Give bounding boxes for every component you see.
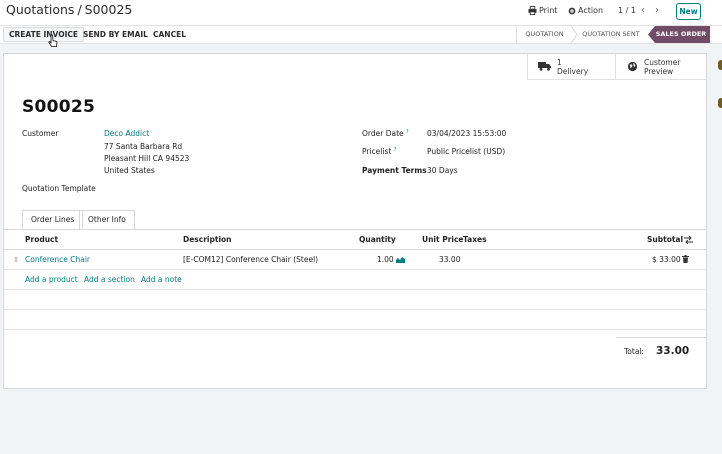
add-line-row: Add a product Add a section Add a note bbox=[4, 270, 706, 290]
column-unit-price[interactable]: Unit Price bbox=[422, 235, 464, 244]
pricelist-label-text: Pricelist bbox=[362, 147, 392, 156]
drag-handle-icon[interactable]: ⇳ bbox=[13, 255, 19, 264]
order-date-field[interactable]: 03/04/2023 15:53:00 bbox=[427, 129, 506, 138]
trash-icon[interactable] bbox=[682, 255, 689, 263]
add-note-link[interactable]: Add a note bbox=[141, 275, 182, 284]
breadcrumb-current: S00025 bbox=[84, 2, 133, 17]
status-sales-order[interactable]: SALES ORDER bbox=[648, 26, 710, 43]
customer-preview-smart-button[interactable]: Customer Preview bbox=[615, 54, 706, 80]
form-sheet: 1 Delivery Customer Preview S00025 Custo… bbox=[3, 53, 707, 389]
breadcrumb-quotations[interactable]: Quotations bbox=[6, 2, 74, 17]
pricelist-field[interactable]: Public Pricelist (USD) bbox=[427, 147, 505, 156]
payment-terms-field[interactable]: 30 Days bbox=[427, 166, 458, 175]
chevron-right-icon: › bbox=[655, 5, 659, 16]
print-icon bbox=[528, 6, 537, 15]
empty-row bbox=[4, 310, 706, 330]
globe-icon bbox=[627, 61, 638, 72]
record-name: S00025 bbox=[22, 97, 96, 117]
line-description[interactable]: [E-COM12] Conference Chair (Steel) bbox=[183, 255, 318, 264]
empty-row bbox=[4, 290, 706, 310]
column-taxes[interactable]: Taxes bbox=[463, 235, 487, 244]
delivery-count: 1 bbox=[557, 58, 562, 67]
scroll-marker bbox=[718, 60, 722, 70]
pager-value[interactable]: 1 / 1 bbox=[618, 6, 636, 15]
action-button[interactable]: Action bbox=[568, 6, 603, 15]
total-label: Total: bbox=[624, 347, 645, 356]
column-quantity[interactable]: Quantity bbox=[359, 235, 396, 244]
customer-preview-label-1: Customer bbox=[644, 58, 681, 67]
customer-preview-label-2: Preview bbox=[644, 67, 674, 76]
gear-icon bbox=[568, 7, 576, 15]
print-label: Print bbox=[539, 6, 558, 15]
pager-previous-button[interactable]: ‹ bbox=[641, 5, 645, 16]
cancel-button[interactable]: CANCEL bbox=[148, 26, 191, 43]
column-subtotal[interactable]: Subtotal bbox=[647, 235, 683, 244]
help-icon: ? bbox=[406, 129, 409, 135]
order-lines-header: Product Description Quantity Unit Price … bbox=[4, 230, 706, 250]
column-product[interactable]: Product bbox=[25, 235, 58, 244]
status-quotation-sent[interactable]: QUOTATION SENT bbox=[574, 26, 648, 43]
breadcrumb-separator: / bbox=[77, 2, 82, 17]
address-line-3: United States bbox=[104, 166, 155, 175]
create-invoice-button[interactable]: CREATE INVOICE bbox=[3, 27, 85, 42]
tab-order-lines[interactable]: Order Lines bbox=[22, 210, 84, 229]
line-quantity[interactable]: 1.00 bbox=[377, 255, 394, 264]
customer-label: Customer bbox=[22, 129, 59, 138]
add-section-link[interactable]: Add a section bbox=[84, 275, 135, 284]
line-product[interactable]: Conference Chair bbox=[25, 255, 90, 264]
action-label: Action bbox=[578, 6, 604, 15]
help-icon: ? bbox=[393, 147, 397, 153]
new-button[interactable]: New bbox=[676, 3, 701, 20]
delivery-label: Delivery bbox=[557, 67, 589, 76]
payment-terms-label: Payment Terms bbox=[362, 166, 427, 175]
order-date-label: Order Date ? bbox=[362, 129, 409, 138]
print-button[interactable]: Print bbox=[528, 6, 557, 15]
truck-icon bbox=[538, 62, 551, 71]
control-panel: CREATE INVOICE SEND BY EMAIL CANCEL QUOT… bbox=[0, 25, 722, 44]
chevron-left-icon: ‹ bbox=[641, 5, 645, 16]
tab-other-info[interactable]: Other Info bbox=[79, 210, 135, 229]
pager-next-button[interactable]: › bbox=[655, 5, 659, 16]
status-quotation[interactable]: QUOTATION bbox=[516, 26, 572, 43]
address-line-2: Pleasant Hill CA 94523 bbox=[104, 154, 190, 163]
pricelist-label: Pricelist ? bbox=[362, 147, 396, 156]
send-by-email-button[interactable]: SEND BY EMAIL bbox=[78, 26, 153, 43]
quotation-template-label: Quotation Template bbox=[22, 184, 96, 193]
line-unit-price[interactable]: 33.00 bbox=[439, 255, 460, 264]
total-value: 33.00 bbox=[656, 345, 690, 357]
line-subtotal: $ 33.00 bbox=[652, 255, 681, 264]
breadcrumb: Quotations / S00025 bbox=[6, 2, 132, 17]
top-bar: Quotations / S00025 Print Action 1 / 1 ‹ ›… bbox=[0, 0, 722, 25]
optional-columns-icon[interactable] bbox=[684, 236, 693, 244]
mouse-cursor-icon bbox=[48, 34, 58, 47]
column-description[interactable]: Description bbox=[183, 235, 232, 244]
scroll-marker bbox=[718, 98, 722, 108]
forecast-chart-icon[interactable] bbox=[396, 256, 405, 263]
address-line-1: 77 Santa Barbara Rd bbox=[104, 142, 183, 151]
table-row[interactable]: ⇳ Conference Chair [E-COM12] Conference … bbox=[4, 250, 706, 270]
totals-panel: Total: 33.00 bbox=[616, 337, 706, 357]
order-date-label-text: Order Date bbox=[362, 129, 404, 138]
add-product-link[interactable]: Add a product bbox=[25, 275, 78, 284]
delivery-smart-button[interactable]: 1 Delivery bbox=[527, 54, 615, 80]
customer-link[interactable]: Deco Addict bbox=[104, 129, 149, 138]
